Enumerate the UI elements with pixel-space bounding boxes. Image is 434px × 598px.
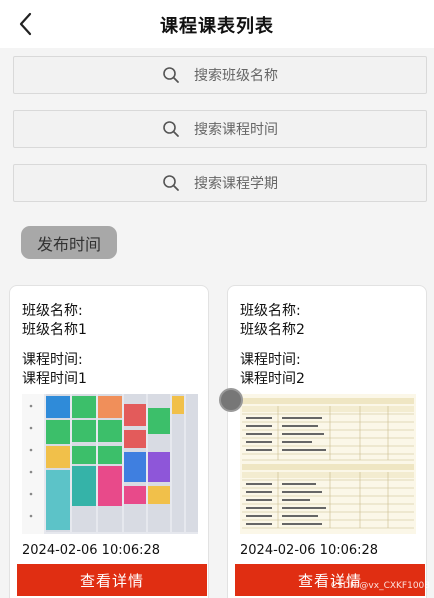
page-title: 课程课表列表	[160, 16, 274, 37]
publish-date: 2024-02-06 10:06:28	[22, 543, 161, 558]
course-time-label: 课程时间:	[240, 352, 301, 368]
app-header: 课程课表列表	[0, 0, 434, 48]
search-icon	[163, 67, 179, 83]
class-name-value: 班级名称2	[240, 322, 305, 338]
publish-time-filter[interactable]: 发布时间	[21, 226, 117, 259]
view-details-button[interactable]: 查看详情	[235, 564, 425, 596]
floating-drag-handle[interactable]	[219, 388, 243, 412]
search-placeholder: 搜索课程学期	[194, 176, 278, 192]
search-course-term-input[interactable]: 搜索课程学期	[13, 164, 427, 202]
course-time-label: 课程时间:	[22, 352, 83, 368]
publish-date: 2024-02-06 10:06:28	[240, 543, 379, 558]
course-time-value: 课程时间1	[22, 371, 87, 387]
view-details-button[interactable]: 查看详情	[17, 564, 207, 596]
class-name-label: 班级名称:	[22, 303, 83, 319]
search-placeholder: 搜索班级名称	[194, 68, 278, 84]
timetable-image[interactable]	[22, 394, 198, 534]
search-class-name-input[interactable]: 搜索班级名称	[13, 56, 427, 94]
course-time-value: 课程时间2	[240, 371, 305, 387]
class-name-label: 班级名称:	[240, 303, 301, 319]
search-placeholder: 搜索课程时间	[194, 122, 278, 138]
timetable-image[interactable]	[240, 394, 416, 534]
watermark: CSDN @vx_CXKF1008	[330, 581, 430, 591]
search-course-time-input[interactable]: 搜索课程时间	[13, 110, 427, 148]
search-icon	[163, 121, 179, 137]
course-card[interactable]: 班级名称: 班级名称1 课程时间: 课程时间1 2024-02-06 10:06…	[9, 285, 209, 598]
search-icon	[163, 175, 179, 191]
course-card[interactable]: 班级名称: 班级名称2 课程时间: 课程时间2 2024-02-06 10:06…	[227, 285, 427, 598]
class-name-value: 班级名称1	[22, 322, 87, 338]
